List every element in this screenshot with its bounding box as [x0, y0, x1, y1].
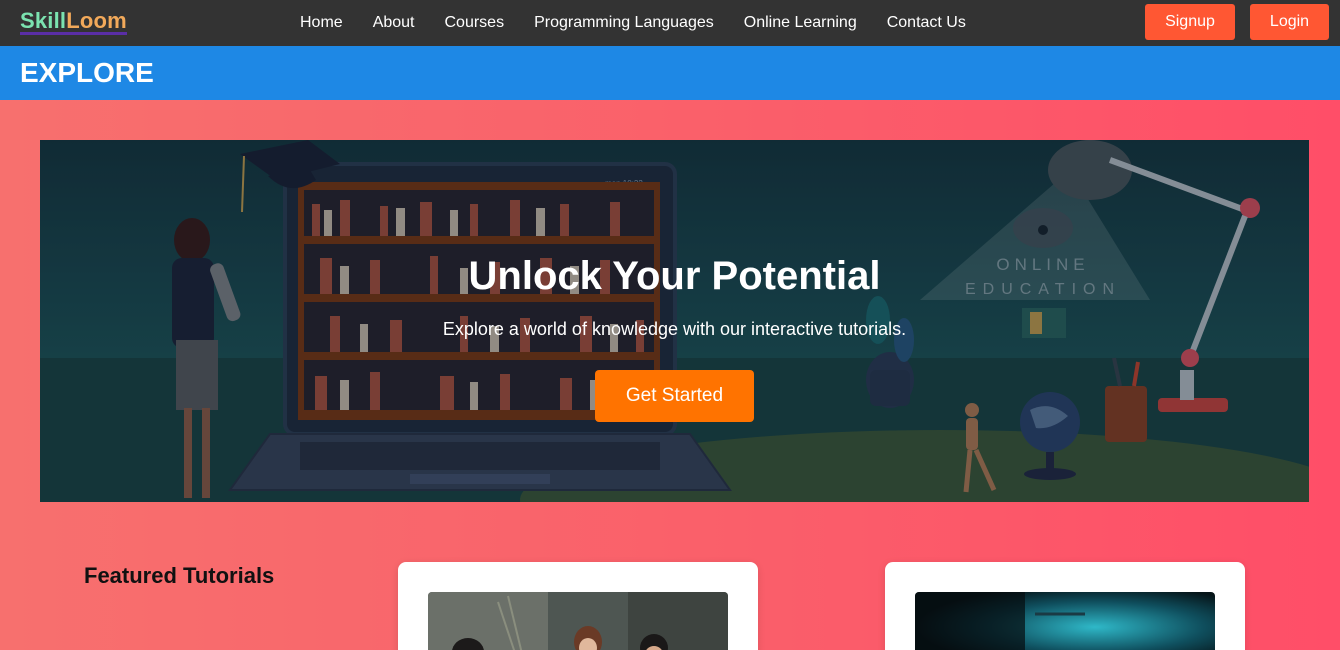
- explore-title: EXPLORE: [20, 57, 154, 88]
- people-photo-image: [428, 592, 728, 650]
- nav-link-online-learning[interactable]: Online Learning: [729, 0, 872, 46]
- nav-link-home[interactable]: Home: [285, 0, 358, 46]
- nav-link-about[interactable]: About: [358, 0, 430, 46]
- tech-photo-image: [915, 592, 1215, 650]
- nav-links: Home About Courses Programming Languages…: [285, 0, 981, 46]
- featured-tutorials-heading: Featured Tutorials: [84, 563, 275, 588]
- hero-subtitle: Explore a world of knowledge with our in…: [442, 319, 907, 339]
- nav-link-courses[interactable]: Courses: [430, 0, 520, 46]
- brand-logo[interactable]: SkillLoom: [20, 10, 127, 35]
- nav-link-programming-languages[interactable]: Programming Languages: [519, 0, 729, 46]
- brand-logo-part2: Loom: [66, 8, 127, 33]
- signup-button[interactable]: Signup: [1145, 4, 1235, 40]
- top-navbar: SkillLoom Home About Courses Programming…: [0, 0, 1340, 46]
- tutorial-card-image: [428, 592, 728, 650]
- get-started-button[interactable]: Get Started: [595, 370, 754, 422]
- brand-logo-part1: Skill: [20, 8, 67, 33]
- tutorial-card-image: [915, 592, 1215, 650]
- nav-link-contact-us[interactable]: Contact Us: [872, 0, 981, 46]
- tutorial-card[interactable]: [398, 562, 758, 650]
- hero-section: mon 10:22: [40, 140, 1309, 502]
- tutorial-card[interactable]: [885, 562, 1245, 650]
- login-button[interactable]: Login: [1250, 4, 1329, 40]
- hero-title: Unlock Your Potential: [468, 254, 881, 298]
- explore-banner: EXPLORE: [0, 46, 1340, 100]
